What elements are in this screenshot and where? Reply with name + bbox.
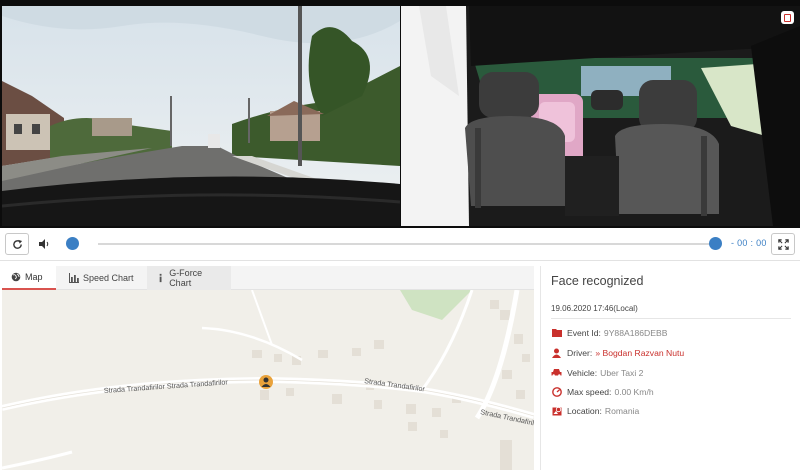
event-id-row: Event Id: 9Y88A186DEBB (551, 327, 667, 338)
fullscreen-button[interactable] (771, 233, 795, 255)
vehicle-row: Vehicle: Uber Taxi 2 (551, 367, 643, 378)
info-icon (159, 273, 162, 283)
volume-slider-handle[interactable] (66, 237, 79, 250)
video-panel (0, 0, 800, 228)
speedometer-icon (551, 386, 562, 397)
map-view[interactable]: Strada Trandafirilor Strada Trandafirilo… (2, 290, 534, 470)
event-details-panel: Face recognized 19.06.2020 17:46(Local) … (540, 266, 798, 470)
vehicle-label: Vehicle: (567, 367, 598, 378)
globe-icon (11, 272, 21, 282)
driver-row: Driver: » Bogdan Razvan Nutu (551, 347, 684, 358)
max-speed-label: Max speed: (567, 386, 612, 397)
front-camera-video[interactable] (2, 6, 400, 226)
event-title: Face recognized (551, 274, 644, 288)
inside-camera-video[interactable] (401, 6, 800, 226)
event-viewer: - 00 : 00 Map Speed Chart G-Force Chart … (0, 0, 800, 470)
event-id-value: 9Y88A186DEBB (603, 327, 668, 338)
tab-map-label: Map (25, 272, 43, 282)
location-value: Romania (604, 405, 640, 416)
event-id-label: Event Id: (567, 327, 601, 338)
max-speed-row: Max speed: 0.00 Km/h (551, 386, 654, 397)
download-button[interactable] (781, 11, 794, 24)
download-icon (784, 13, 791, 22)
event-datetime: 19.06.2020 17:46(Local) (551, 304, 638, 313)
driver-link[interactable]: » Bogdan Razvan Nutu (595, 348, 684, 358)
divider (551, 318, 791, 319)
location-label: Location: (567, 405, 602, 416)
driver-label: Driver: (567, 347, 593, 358)
volume-icon[interactable] (38, 238, 50, 250)
user-icon (551, 347, 562, 358)
driver-pin-icon[interactable] (259, 375, 273, 389)
max-speed-value: 0.00 Km/h (614, 386, 654, 397)
reload-button[interactable] (5, 233, 29, 255)
tab-speed-chart[interactable]: Speed Chart (60, 266, 143, 290)
progress-slider-handle[interactable] (709, 237, 722, 250)
tab-map[interactable]: Map (2, 266, 56, 290)
bar-chart-icon (69, 273, 79, 283)
vehicle-value: Uber Taxi 2 (600, 367, 644, 378)
tab-g-force-chart-label: G-Force Chart (169, 268, 203, 288)
folder-icon (551, 327, 562, 338)
map-location-icon (551, 405, 562, 416)
reload-icon (12, 239, 22, 249)
time-display: - 00 : 00 (731, 238, 767, 248)
fullscreen-icon (777, 238, 789, 250)
location-row: Location: Romania (551, 405, 639, 416)
player-controls: - 00 : 00 (0, 228, 800, 261)
chart-tabs: Map Speed Chart G-Force Chart (2, 266, 534, 290)
tab-g-force-chart[interactable]: G-Force Chart (147, 266, 231, 290)
tab-speed-chart-label: Speed Chart (83, 273, 134, 283)
car-icon (551, 367, 562, 378)
progress-track[interactable] (98, 243, 716, 245)
